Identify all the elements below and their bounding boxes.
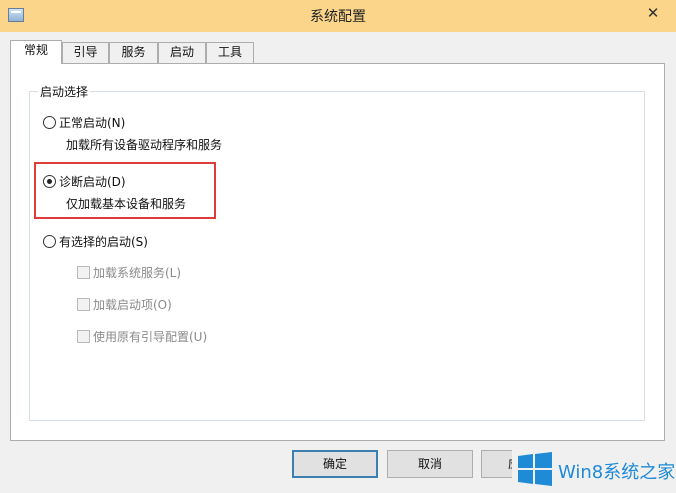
- checkbox-icon: [77, 266, 90, 279]
- load-startup-items-label: 加载启动项(O): [93, 298, 172, 312]
- use-original-boot-config-label: 使用原有引导配置(U): [93, 330, 208, 344]
- general-tab-panel: 启动选择 正常启动(N) 加载所有设备驱动程序和服务 诊断启动(D) 仅加载基本…: [10, 63, 665, 441]
- load-startup-items-checkbox[interactable]: 加载启动项(O): [77, 296, 172, 313]
- title-bar: 系统配置 ✕: [0, 0, 676, 32]
- normal-startup-description: 加载所有设备驱动程序和服务: [66, 138, 223, 152]
- watermark-text: Win8系统之家: [558, 462, 676, 483]
- selective-startup-label: 有选择的启动(S): [59, 235, 148, 249]
- use-original-boot-config-checkbox[interactable]: 使用原有引导配置(U): [77, 328, 207, 345]
- group-legend: 启动选择: [38, 83, 91, 100]
- tab-general[interactable]: 常规: [10, 40, 62, 64]
- tab-boot[interactable]: 引导: [62, 42, 109, 63]
- dialog-body: 常规 引导 服务 启动 工具 启动选择 正常启动(N) 加载所有设备驱动程序和服…: [0, 32, 676, 493]
- checkbox-icon: [77, 298, 90, 311]
- cancel-button[interactable]: 取消: [387, 450, 473, 478]
- tab-tools[interactable]: 工具: [206, 42, 254, 63]
- ok-button[interactable]: 确定: [292, 450, 378, 478]
- close-button[interactable]: ✕: [638, 2, 668, 24]
- window-title: 系统配置: [310, 9, 366, 25]
- watermark: Win8系统之家: [512, 446, 676, 493]
- tab-startup[interactable]: 启动: [158, 42, 206, 63]
- normal-startup-label: 正常启动(N): [59, 116, 126, 130]
- checkbox-icon: [77, 330, 90, 343]
- radio-icon: [43, 235, 56, 248]
- windows-logo-icon: [518, 452, 552, 486]
- tab-services[interactable]: 服务: [109, 42, 158, 63]
- radio-icon: [43, 116, 56, 129]
- selective-startup-radio[interactable]: 有选择的启动(S): [43, 233, 148, 250]
- close-icon: ✕: [646, 4, 660, 22]
- load-system-services-checkbox[interactable]: 加载系统服务(L): [77, 264, 181, 281]
- diagnostic-highlight-box: [34, 162, 216, 219]
- normal-startup-radio[interactable]: 正常启动(N): [43, 114, 125, 131]
- load-system-services-label: 加载系统服务(L): [93, 266, 182, 280]
